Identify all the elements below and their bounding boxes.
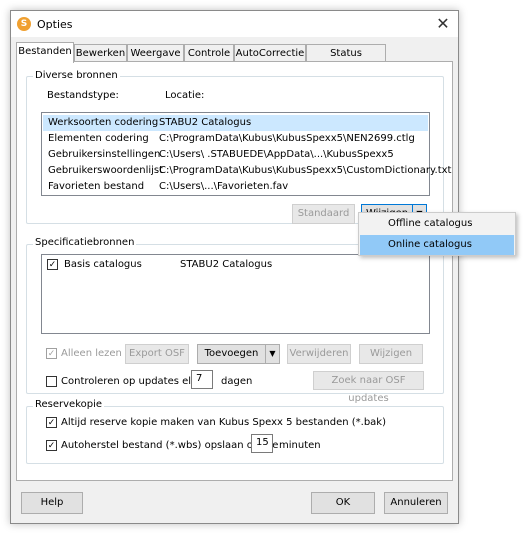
autosave-label: Autoherstel bestand (*.wbs) opslaan om d… <box>61 440 279 451</box>
standaard-button[interactable]: Standaard <box>292 204 355 224</box>
list-item[interactable]: Gebruikersinstellingen C:\Users\ .STABUE… <box>43 147 428 163</box>
toevoegen-button[interactable]: Toevoegen <box>197 344 266 364</box>
menu-item-offline-catalogus[interactable]: Offline catalogus <box>360 214 514 234</box>
export-osf-button[interactable]: Export OSF <box>125 344 189 364</box>
menu-item-online-catalogus[interactable]: Online catalogus <box>360 235 514 255</box>
spec-item-checkbox[interactable]: ✓ <box>47 259 58 270</box>
days-label: dagen <box>221 376 253 387</box>
spec-list[interactable]: ✓ Basis catalogus STABU2 Catalogus <box>41 254 430 334</box>
spec-wijzigen-button[interactable]: Wijzigen <box>359 344 423 364</box>
minutes-label: minuten <box>279 440 321 451</box>
column-header-location: Locatie: <box>165 90 205 101</box>
tab-status-weergave[interactable]: Status weergave <box>306 44 386 76</box>
cancel-button[interactable]: Annuleren <box>384 492 448 514</box>
list-item[interactable]: Elementen codering C:\ProgramData\Kubus\… <box>43 131 428 147</box>
column-header-type: Bestandstype: <box>47 90 119 101</box>
help-button[interactable]: Help <box>21 492 83 514</box>
update-interval-input[interactable]: 7 <box>191 370 213 389</box>
tab-autocorrectie[interactable]: AutoCorrectie <box>234 44 306 62</box>
list-item[interactable]: Werksoorten codering STABU2 Catalogus <box>43 115 428 131</box>
toevoegen-dropdown-arrow[interactable]: ▼ <box>265 344 280 364</box>
check-updates-checkbox[interactable] <box>46 376 57 387</box>
row-location: C:\Users\...\Favorieten.fav <box>159 181 289 192</box>
sources-group-title: Diverse bronnen <box>33 70 120 81</box>
verwijderen-button[interactable]: Verwijderen <box>287 344 351 364</box>
row-type: Gebruikersinstellingen <box>48 149 161 160</box>
close-icon[interactable]: ✕ <box>432 14 454 34</box>
window-title: Opties <box>37 18 73 31</box>
title-bar: S Opties ✕ <box>11 11 458 37</box>
spec-group-title: Specificatiebronnen <box>33 237 137 248</box>
tab-controle[interactable]: Controle <box>184 44 234 62</box>
row-location: C:\ProgramData\Kubus\KubusSpexx5\CustomD… <box>159 165 452 176</box>
sources-list[interactable]: Werksoorten codering STABU2 Catalogus El… <box>41 112 451 196</box>
row-type: Favorieten bestand <box>48 181 145 192</box>
tab-weergave[interactable]: Weergave <box>127 44 184 62</box>
spec-item-value: STABU2 Catalogus <box>180 259 273 270</box>
row-location: STABU2 Catalogus <box>159 117 252 128</box>
row-type: Gebruikerswoordenlijst <box>48 165 164 176</box>
check-updates-label: Controleren op updates elke <box>61 376 203 387</box>
readonly-checkbox[interactable]: ✓ <box>46 348 57 359</box>
spec-item-name: Basis catalogus <box>64 259 142 270</box>
wijzigen-dropdown-menu: Offline catalogus Online catalogus <box>358 212 516 256</box>
tab-bewerken[interactable]: Bewerken <box>74 44 127 62</box>
app-logo-icon: S <box>17 17 31 31</box>
backup-group <box>26 406 444 464</box>
row-type: Werksoorten codering <box>48 117 159 128</box>
chevron-down-icon: ▼ <box>269 349 276 358</box>
backup-group-title: Reservekopie <box>33 399 105 410</box>
list-item[interactable]: Favorieten bestand C:\Users\...\Favoriet… <box>43 179 428 195</box>
list-item[interactable]: Gebruikerswoordenlijst C:\ProgramData\Ku… <box>43 163 451 179</box>
autosave-interval-input[interactable]: 15 <box>251 434 273 453</box>
autosave-checkbox[interactable]: ✓ <box>46 440 57 451</box>
tab-bestanden[interactable]: Bestanden <box>16 42 74 63</box>
search-osf-updates-button[interactable]: Zoek naar OSF updates <box>313 371 424 404</box>
row-location: C:\ProgramData\Kubus\KubusSpexx5\NEN2699… <box>159 133 415 144</box>
readonly-label: Alleen lezen <box>61 348 122 359</box>
row-location: C:\Users\ .STABUEDE\AppData\...\KubusSpe… <box>159 149 394 160</box>
always-backup-checkbox[interactable]: ✓ <box>46 417 57 428</box>
ok-button[interactable]: OK <box>311 492 375 514</box>
row-type: Elementen codering <box>48 133 149 144</box>
tab-panel-bestanden: Diverse bronnen Bestandstype: Locatie: W… <box>16 61 453 481</box>
always-backup-label: Altijd reserve kopie maken van Kubus Spe… <box>61 417 386 428</box>
options-dialog: S Opties ✕ Bestanden Bewerken Weergave C… <box>10 10 459 524</box>
